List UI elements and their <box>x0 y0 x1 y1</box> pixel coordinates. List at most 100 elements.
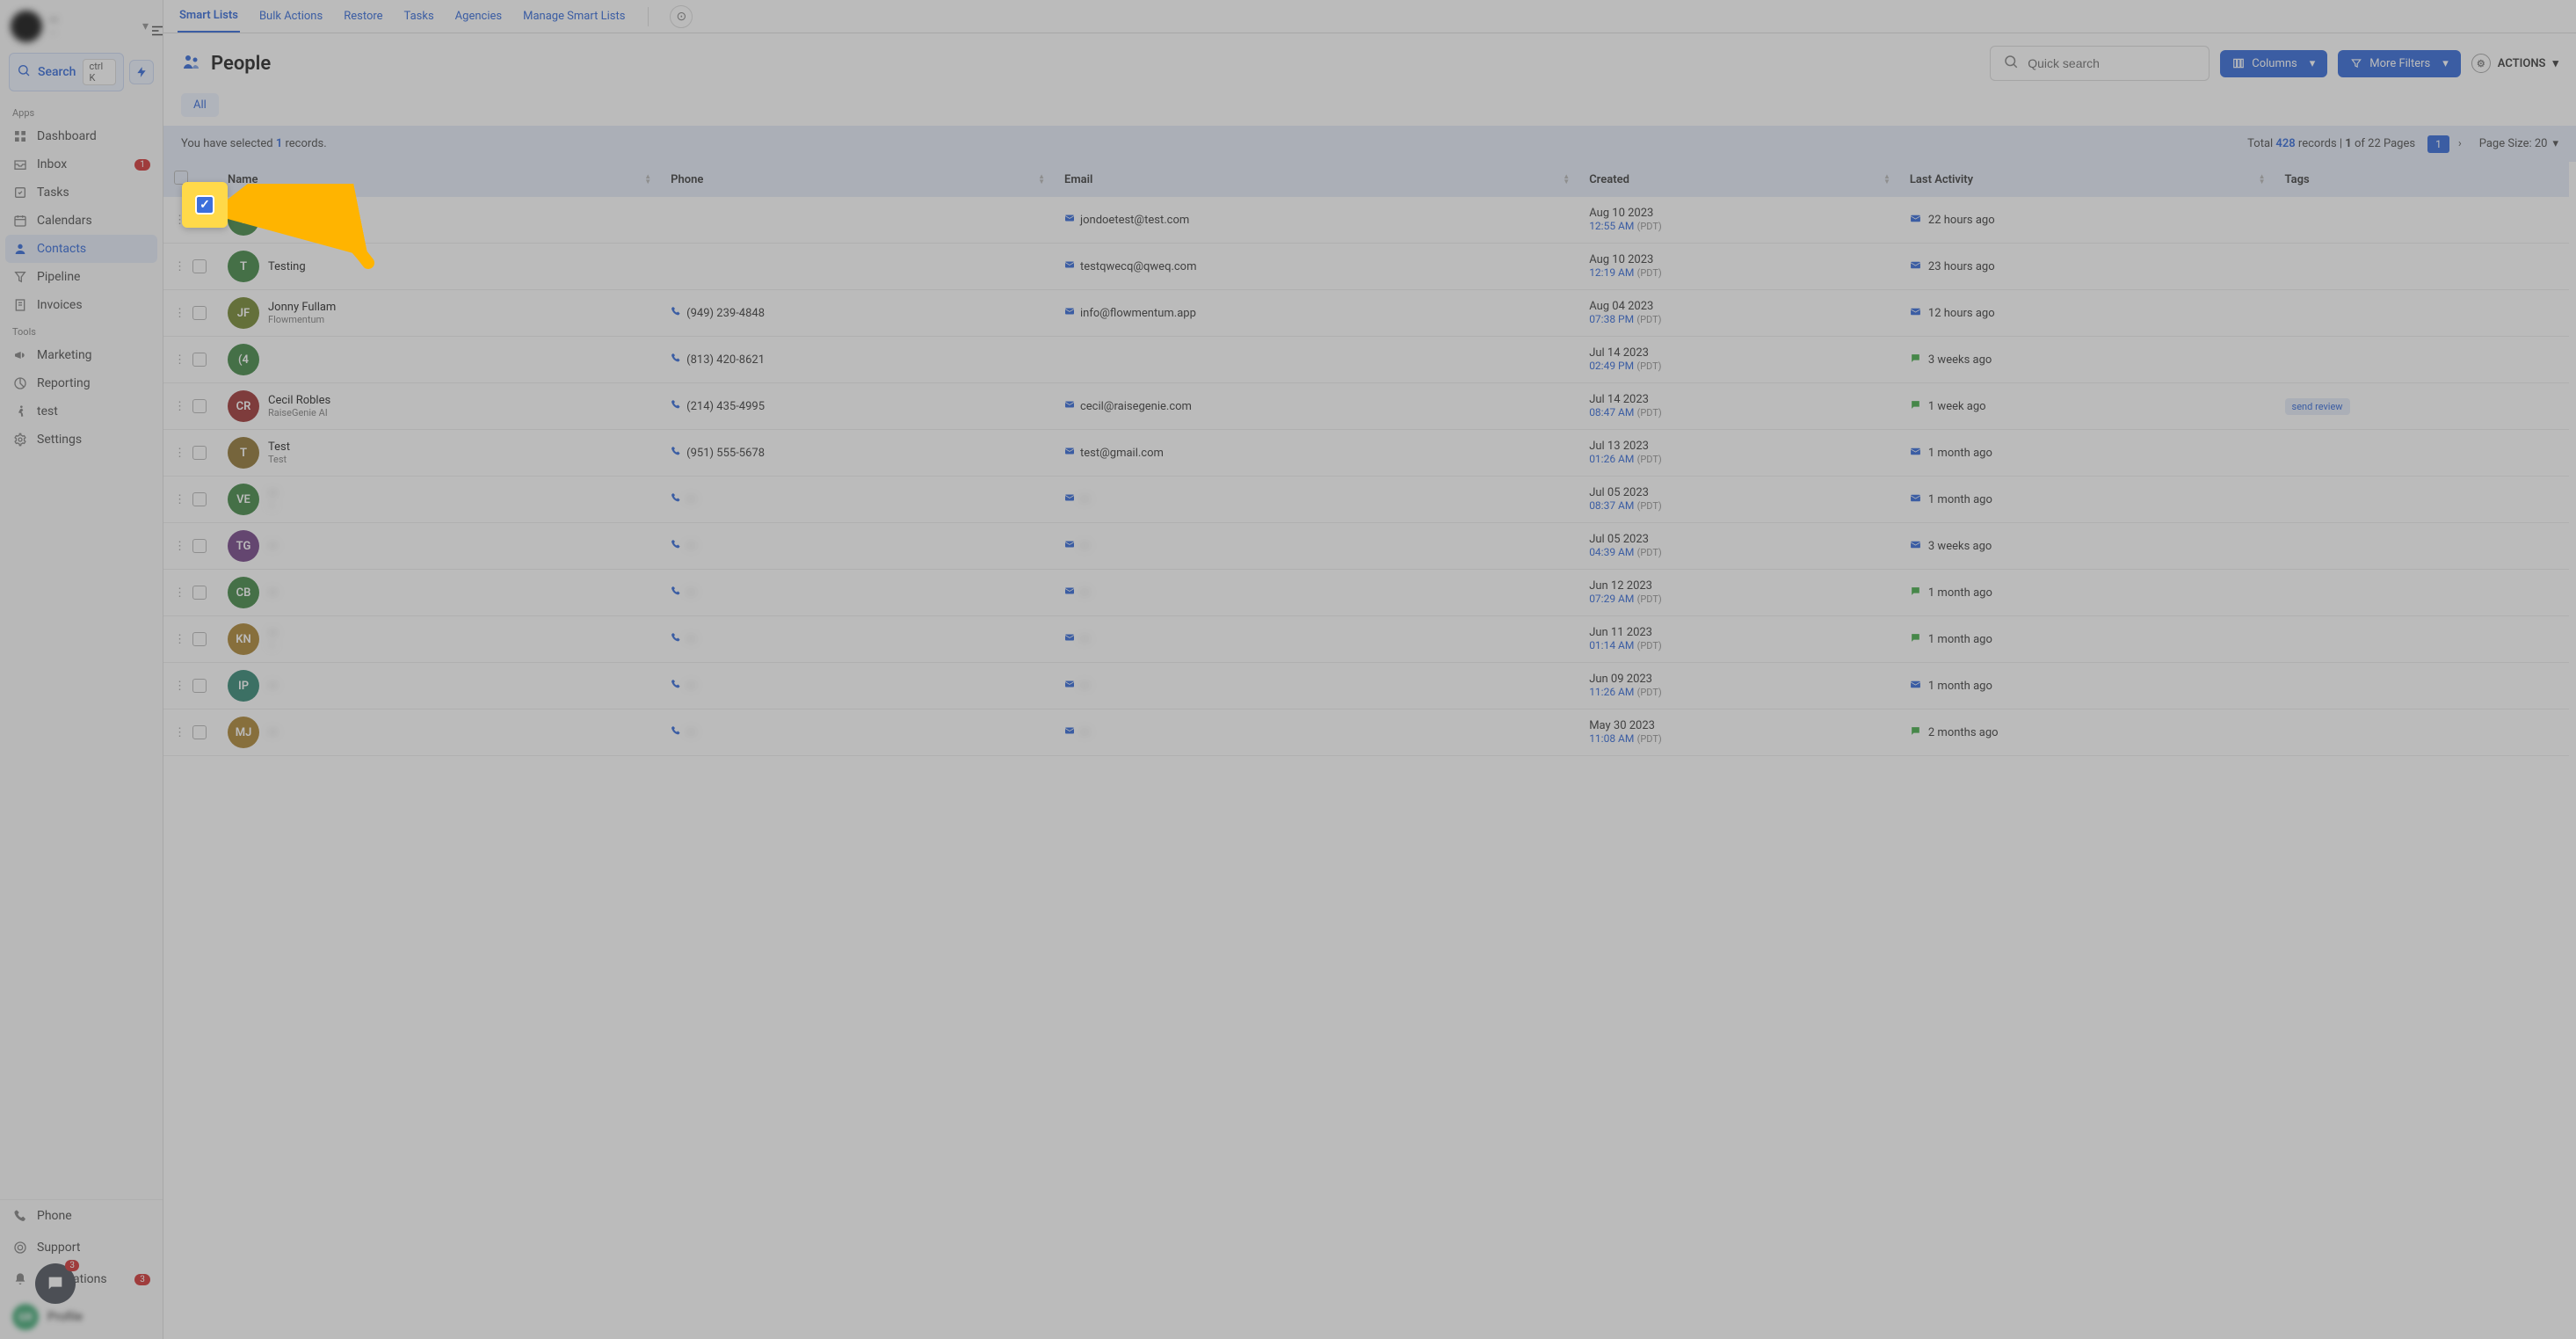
row-menu-icon[interactable]: ⋮ <box>174 447 185 460</box>
page-size-select[interactable]: Page Size: 20 ▾ <box>2479 137 2558 150</box>
row-menu-icon[interactable]: ⋮ <box>174 353 185 367</box>
row-menu-icon[interactable]: ⋮ <box>174 493 185 506</box>
created-time: 11:26 AM <box>1589 686 1634 698</box>
col-name[interactable]: Name▲▼ <box>217 162 660 197</box>
row-checkbox[interactable] <box>192 259 207 273</box>
tab-smart-lists[interactable]: Smart Lists <box>178 0 240 33</box>
mail-icon <box>1064 400 1075 412</box>
sidebar-item-pipeline[interactable]: Pipeline <box>0 263 163 291</box>
row-menu-icon[interactable]: ⋮ <box>174 307 185 320</box>
tags-cell <box>2275 663 2569 710</box>
contact-company: Test <box>268 454 290 465</box>
actions-button[interactable]: ⚙ ACTIONS ▾ <box>2471 54 2558 73</box>
search-button[interactable]: Search ctrl K <box>9 53 124 91</box>
tab-bulk-actions[interactable]: Bulk Actions <box>258 1 324 32</box>
sidebar-item-test[interactable]: test <box>0 397 163 426</box>
row-checkbox[interactable] <box>192 213 207 227</box>
columns-button[interactable]: Columns ▾ <box>2220 50 2327 77</box>
sidebar-item-inbox[interactable]: Inbox1 <box>0 150 163 178</box>
row-checkbox[interactable] <box>192 306 207 320</box>
row-checkbox[interactable] <box>192 679 207 693</box>
email-cell: — <box>1054 616 1578 663</box>
row-checkbox[interactable] <box>192 353 207 367</box>
quick-search-input[interactable] <box>2028 56 2196 70</box>
sidebar-item-marketing[interactable]: Marketing <box>0 341 163 369</box>
created-date: Aug 04 2023 <box>1589 300 1889 313</box>
filter-chip-all[interactable]: All <box>181 93 219 117</box>
sidebar-item-support[interactable]: Support <box>0 1232 163 1263</box>
user-profile[interactable]: GR Profile <box>0 1295 163 1339</box>
table-row[interactable]: ⋮VE————Jul 05 202308:37 AM (PDT)1 month … <box>163 477 2569 523</box>
row-menu-icon[interactable]: ⋮ <box>174 214 185 227</box>
table-row[interactable]: ⋮TTestTest(951) 555-5678test@gmail.comJu… <box>163 430 2569 477</box>
table-row[interactable]: ⋮JFJonny FullamFlowmentum(949) 239-4848i… <box>163 290 2569 337</box>
col-phone[interactable]: Phone▲▼ <box>660 162 1054 197</box>
table-row[interactable]: ⋮TG———Jul 05 202304:39 AM (PDT)3 weeks a… <box>163 523 2569 570</box>
table-row[interactable]: ⋮(4(813) 420-8621Jul 14 202302:49 PM (PD… <box>163 337 2569 383</box>
table-row[interactable]: ⋮CRCecil RoblesRaiseGenie AI(214) 435-49… <box>163 383 2569 430</box>
row-menu-icon[interactable]: ⋮ <box>174 540 185 553</box>
row-checkbox[interactable] <box>192 492 207 506</box>
more-filters-button[interactable]: More Filters ▾ <box>2338 50 2460 77</box>
sidebar-item-contacts[interactable]: Contacts <box>5 235 157 263</box>
sidebar-toggle-icon[interactable] <box>149 23 165 42</box>
tab-manage-smart-lists[interactable]: Manage Smart Lists <box>521 1 627 32</box>
sidebar-item-dashboard[interactable]: Dashboard <box>0 122 163 150</box>
tags-cell <box>2275 570 2569 616</box>
tab-agencies[interactable]: Agencies <box>454 1 504 32</box>
selection-suffix: records. <box>282 137 326 150</box>
row-checkbox[interactable] <box>192 632 207 646</box>
row-checkbox[interactable] <box>192 725 207 739</box>
brand-area[interactable]: — — <box>11 11 58 42</box>
quick-search[interactable] <box>1990 46 2210 81</box>
row-menu-icon[interactable]: ⋮ <box>174 260 185 273</box>
row-checkbox[interactable] <box>192 446 207 460</box>
chat-widget[interactable]: 3 <box>35 1263 76 1304</box>
gear-icon[interactable]: ⊙ <box>670 5 693 28</box>
created-time: 07:29 AM <box>1589 593 1634 605</box>
phone-cell: — <box>660 710 1054 756</box>
row-menu-icon[interactable]: ⋮ <box>174 586 185 600</box>
row-checkbox[interactable] <box>192 586 207 600</box>
sidebar-item-calendars[interactable]: Calendars <box>0 207 163 235</box>
table-row[interactable]: ⋮TTest Jon Doejondoetest@test.comAug 10 … <box>163 197 2569 244</box>
megaphone-icon <box>12 348 28 362</box>
table-row[interactable]: ⋮CB———Jun 12 202307:29 AM (PDT)1 month a… <box>163 570 2569 616</box>
table-row[interactable]: ⋮MJ———May 30 202311:08 AM (PDT)2 months … <box>163 710 2569 756</box>
current-page[interactable]: 1 <box>2427 135 2449 153</box>
created-date: Aug 10 2023 <box>1589 207 1889 220</box>
created-date: Jul 13 2023 <box>1589 440 1889 453</box>
tag-chip[interactable]: send review <box>2285 398 2350 415</box>
col-last-activity[interactable]: Last Activity▲▼ <box>1899 162 2275 197</box>
select-all-checkbox[interactable] <box>174 171 188 185</box>
table-row[interactable]: ⋮TTestingtestqwecq@qweq.comAug 10 202312… <box>163 244 2569 290</box>
mail-icon <box>1910 539 1921 554</box>
tab-tasks[interactable]: Tasks <box>403 1 436 32</box>
tabs-bar: Smart Lists Bulk Actions Restore Tasks Agenc… <box>163 0 2576 33</box>
row-menu-icon[interactable]: ⋮ <box>174 680 185 693</box>
table-row[interactable]: ⋮IP———Jun 09 202311:26 AM (PDT)1 month a… <box>163 663 2569 710</box>
sidebar-item-reporting[interactable]: Reporting <box>0 369 163 397</box>
row-menu-icon[interactable]: ⋮ <box>174 726 185 739</box>
sidebar-item-invoices[interactable]: Invoices <box>0 291 163 319</box>
created-tz: (PDT) <box>1637 640 1662 651</box>
col-email[interactable]: Email▲▼ <box>1054 162 1578 197</box>
avatar: CB <box>228 577 259 608</box>
inbox-icon <box>12 157 28 171</box>
tab-restore[interactable]: Restore <box>342 1 384 32</box>
col-created[interactable]: Created▲▼ <box>1578 162 1899 197</box>
sidebar-item-notifications[interactable]: Notifications3 <box>0 1263 163 1295</box>
row-menu-icon[interactable]: ⋮ <box>174 633 185 646</box>
contact-company: RaiseGenie AI <box>268 407 330 418</box>
row-checkbox[interactable] <box>192 399 207 413</box>
table-row[interactable]: ⋮KN————Jun 11 202301:14 AM (PDT)1 month … <box>163 616 2569 663</box>
mail-icon <box>1064 726 1075 739</box>
row-checkbox[interactable] <box>192 539 207 553</box>
sidebar-item-settings[interactable]: Settings <box>0 426 163 454</box>
bolt-button[interactable] <box>129 60 154 84</box>
next-page-icon[interactable]: › <box>2453 135 2467 153</box>
sidebar-item-phone[interactable]: Phone <box>0 1200 163 1232</box>
row-menu-icon[interactable]: ⋮ <box>174 400 185 413</box>
sidebar-item-tasks[interactable]: Tasks <box>0 178 163 207</box>
created-tz: (PDT) <box>1637 267 1662 279</box>
